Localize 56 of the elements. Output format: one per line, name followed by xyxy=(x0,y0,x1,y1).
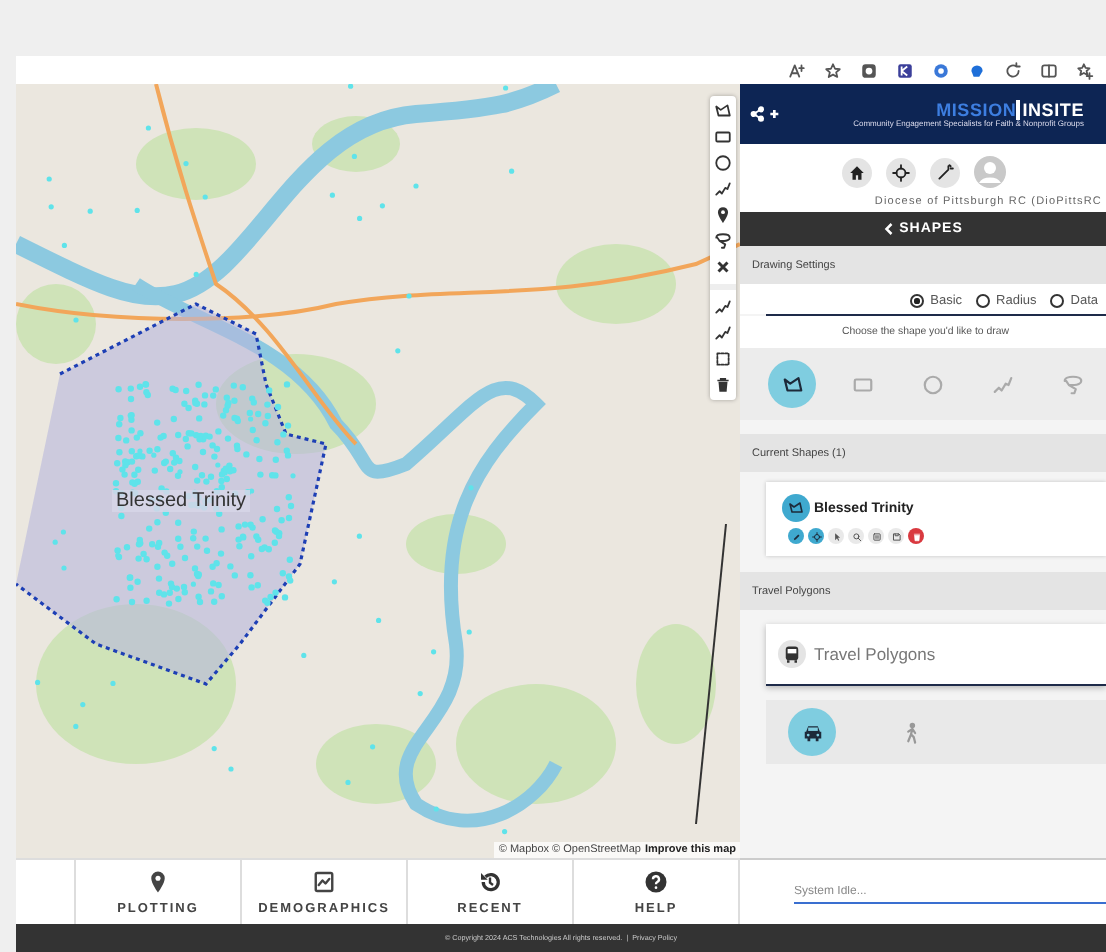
share-add-icon[interactable] xyxy=(750,106,780,122)
shape-button[interactable] xyxy=(768,360,816,408)
split-screen-icon[interactable] xyxy=(1040,61,1058,79)
polygon-icon xyxy=(788,500,804,516)
home-button[interactable] xyxy=(841,157,871,187)
lasso-icon[interactable] xyxy=(714,232,732,250)
list-button[interactable] xyxy=(868,528,884,544)
polygon-icon[interactable] xyxy=(714,102,732,120)
car-icon xyxy=(801,721,823,743)
circle-icon xyxy=(921,373,943,395)
map-pin-icon[interactable] xyxy=(714,206,732,224)
map-pin-icon xyxy=(146,869,170,894)
crosshair-icon xyxy=(891,163,909,181)
search-icon xyxy=(851,531,861,541)
save-icon xyxy=(891,531,901,541)
edit-button[interactable] xyxy=(788,528,804,544)
target-button[interactable] xyxy=(885,157,915,187)
text-size-icon[interactable] xyxy=(788,61,806,79)
rectangle-icon[interactable] xyxy=(714,128,732,146)
list-icon xyxy=(871,531,881,541)
target-button[interactable] xyxy=(808,528,824,544)
rectangle-icon xyxy=(851,373,873,395)
close-icon[interactable] xyxy=(714,258,732,276)
help-icon xyxy=(644,869,668,894)
magic-wand-icon xyxy=(935,163,953,181)
extension-icon[interactable] xyxy=(896,61,914,79)
refresh-icon[interactable] xyxy=(1004,61,1022,79)
delete-button[interactable] xyxy=(908,528,924,544)
cursor-button[interactable] xyxy=(828,528,844,544)
trash-icon xyxy=(911,531,921,541)
vehicle-badge xyxy=(778,640,806,668)
circle-icon[interactable] xyxy=(714,154,732,172)
map-shape-label: Blessed Trinity xyxy=(112,490,251,512)
back-button[interactable] xyxy=(883,222,894,236)
extension-icon[interactable] xyxy=(860,61,878,79)
square-icon[interactable] xyxy=(714,350,732,368)
travel-card-title: Travel Polygons xyxy=(814,644,936,664)
freehand-line-icon[interactable] xyxy=(714,298,732,316)
pencil-icon xyxy=(791,531,801,541)
travel-mode-button[interactable] xyxy=(788,708,836,756)
cursor-icon xyxy=(831,531,841,541)
polygon-icon xyxy=(781,373,803,395)
save-button[interactable] xyxy=(888,528,904,544)
home-icon xyxy=(847,163,865,181)
history-icon xyxy=(478,869,502,894)
lasso-icon xyxy=(1061,373,1083,395)
search-button[interactable] xyxy=(848,528,864,544)
crosshair-icon xyxy=(811,531,821,541)
chart-document-icon xyxy=(312,869,336,894)
favorites-icon[interactable] xyxy=(1076,61,1094,79)
trash-icon[interactable] xyxy=(714,376,732,394)
freehand-line-icon xyxy=(991,373,1013,395)
wand-button[interactable] xyxy=(929,157,959,187)
star-icon[interactable] xyxy=(824,61,842,79)
freehand-line-icon[interactable] xyxy=(714,180,732,198)
freehand-line-icon[interactable] xyxy=(714,324,732,342)
